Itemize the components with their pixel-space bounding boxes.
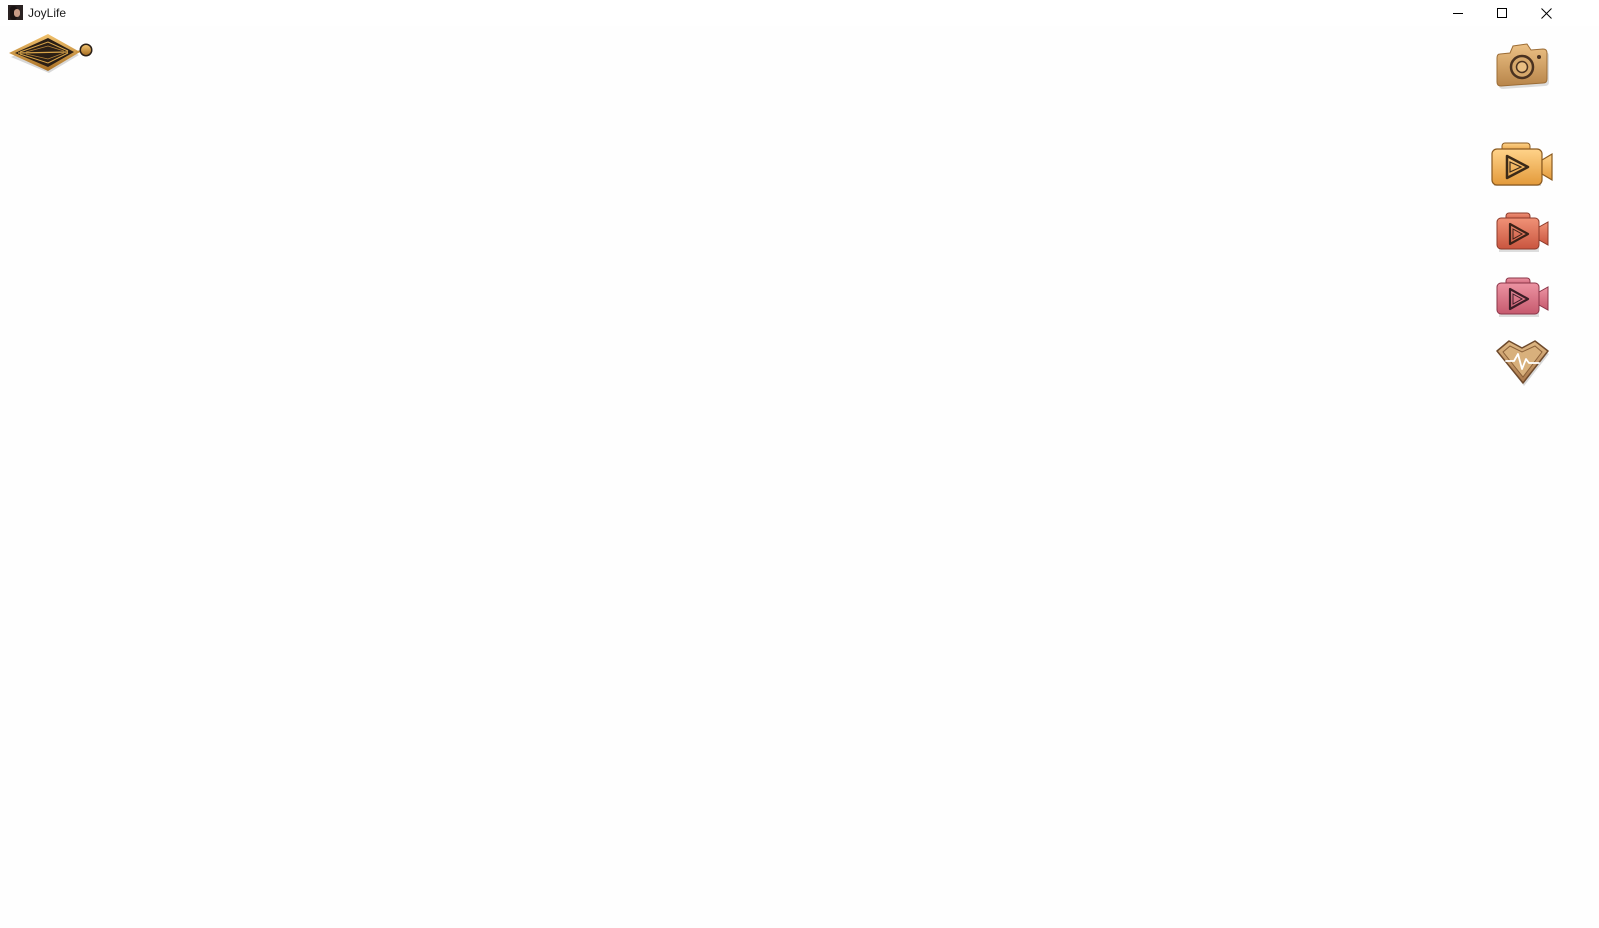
back-button[interactable] bbox=[6, 30, 98, 76]
camera-icon bbox=[1496, 43, 1549, 89]
heart-rate-icon bbox=[1496, 340, 1549, 386]
video-camera-icon bbox=[1496, 277, 1549, 317]
video-camera-icon bbox=[1496, 212, 1549, 252]
camera-button[interactable] bbox=[1494, 42, 1550, 90]
close-button[interactable] bbox=[1524, 0, 1569, 26]
video-camera-icon bbox=[1491, 142, 1553, 186]
minimize-button[interactable] bbox=[1435, 0, 1480, 26]
maximize-icon bbox=[1496, 8, 1507, 18]
app-logo-icon bbox=[8, 5, 23, 20]
minimize-icon bbox=[1452, 13, 1463, 14]
back-arrow-icon bbox=[9, 34, 93, 73]
maximize-button[interactable] bbox=[1479, 0, 1524, 26]
video-button-pink[interactable] bbox=[1494, 275, 1552, 321]
window-title: JoyLife bbox=[28, 6, 67, 20]
close-icon bbox=[1541, 7, 1552, 19]
video-button-orange[interactable] bbox=[1494, 210, 1552, 256]
video-button-gold[interactable] bbox=[1488, 140, 1558, 194]
heart-rate-button[interactable] bbox=[1494, 338, 1552, 388]
title-bar: JoyLife bbox=[0, 0, 1599, 26]
